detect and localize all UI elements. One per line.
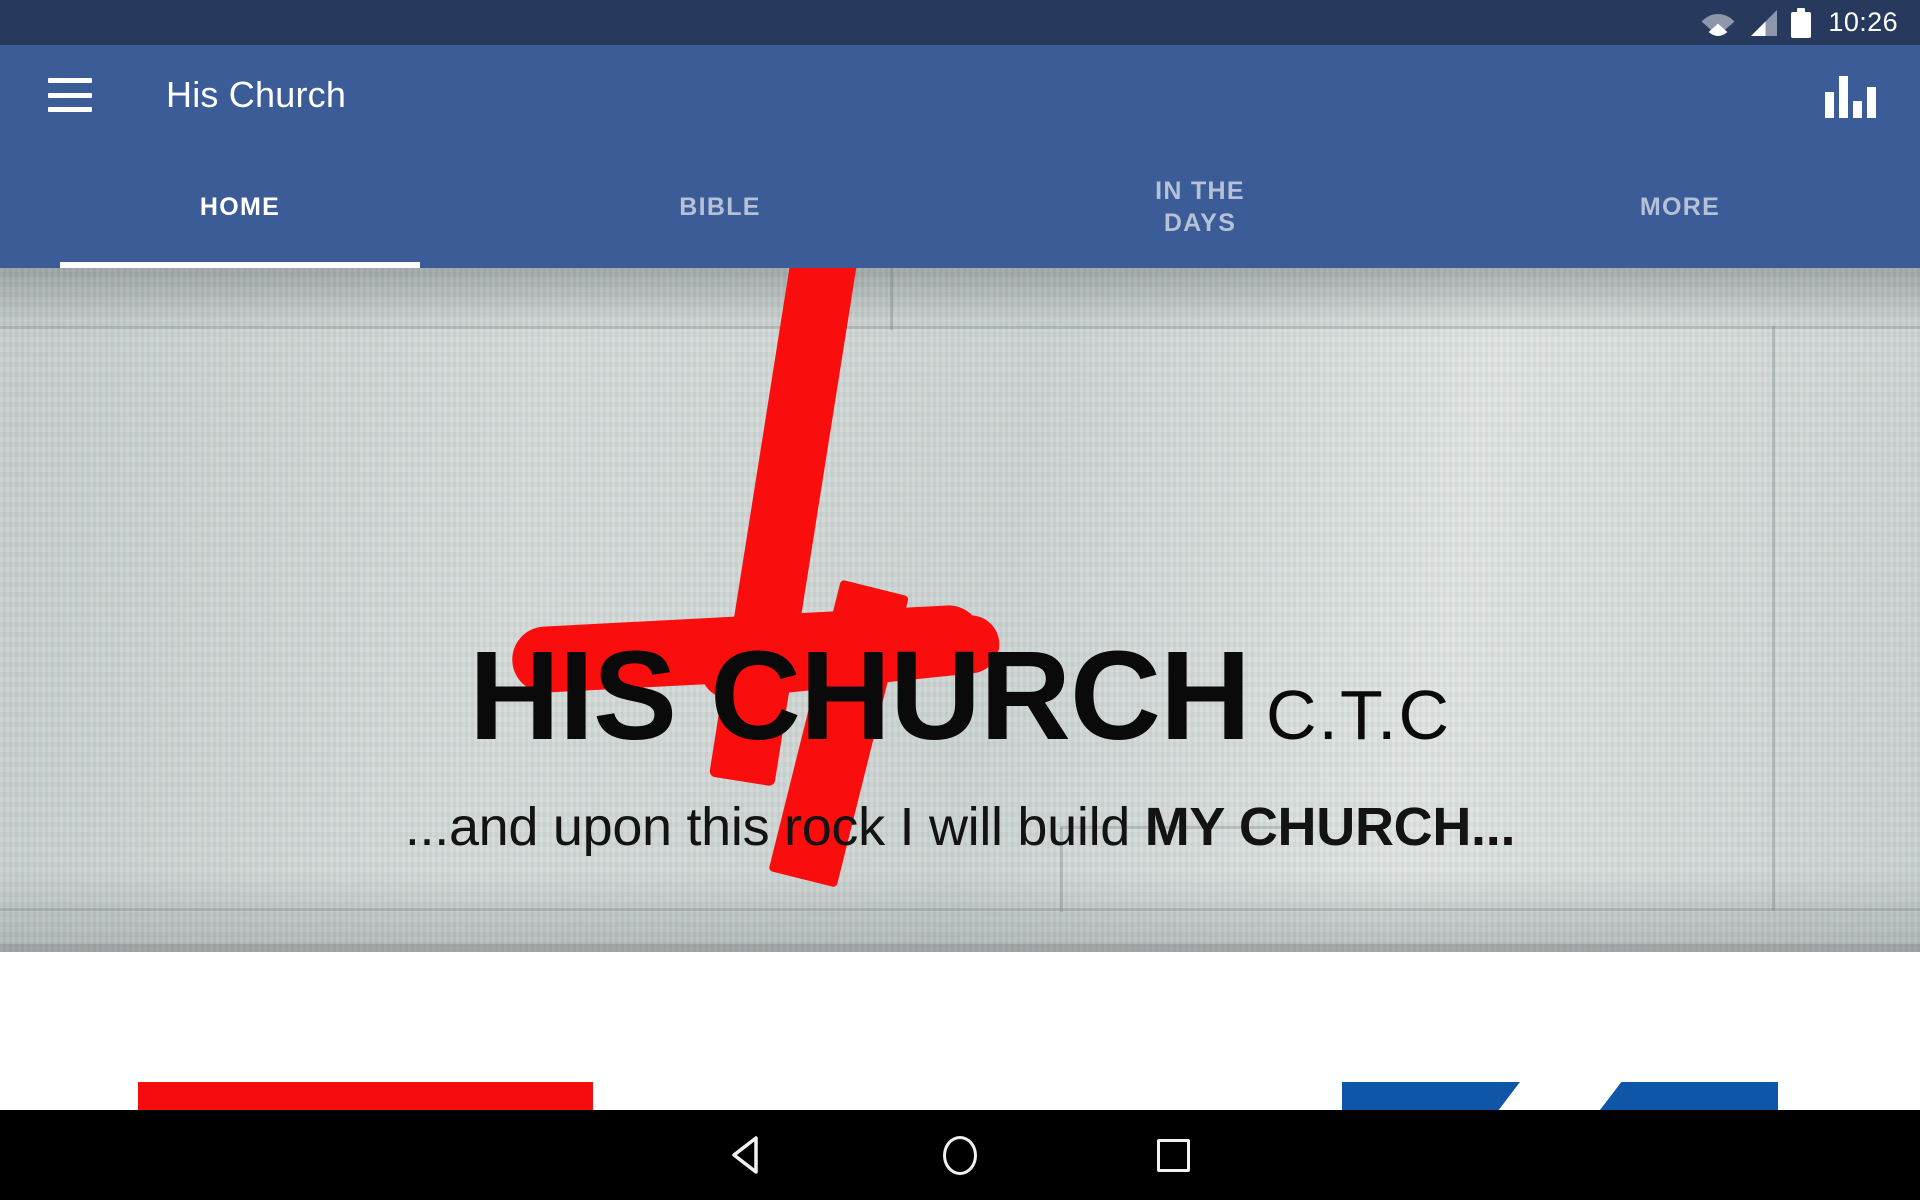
tab-more-label: MORE	[1639, 192, 1721, 221]
tab-in-the-days[interactable]: IN THE DAYS	[960, 145, 1440, 268]
card-blue-2[interactable]	[1600, 1082, 1778, 1110]
banner-tagline-emphasis: MY CHURCH...	[1144, 797, 1516, 857]
system-navigation-bar	[0, 1110, 1920, 1200]
tab-home-label: HOME	[199, 192, 281, 221]
wifi-icon	[1701, 10, 1735, 36]
nav-home-button[interactable]	[854, 1110, 1067, 1200]
app-bar: His Church	[0, 45, 1920, 145]
page-title: His Church	[166, 74, 347, 115]
banner-headline-suffix: C.T.C	[1266, 676, 1451, 754]
card-blue-1[interactable]	[1342, 1082, 1520, 1110]
card-red[interactable]	[138, 1082, 593, 1110]
bar-chart-icon[interactable]	[1822, 72, 1878, 118]
nav-back-button[interactable]	[641, 1110, 854, 1200]
tab-bar: HOME BIBLE IN THE DAYS MORE	[0, 145, 1920, 268]
status-bar: 10:26	[0, 0, 1920, 45]
banner-headline-text: HIS CHURCH	[468, 625, 1251, 766]
hero-banner[interactable]: HIS CHURCH C.T.C ...and upon this rock I …	[0, 268, 1920, 952]
banner-headline: HIS CHURCH C.T.C	[0, 623, 1920, 768]
nav-recents-button[interactable]	[1067, 1110, 1280, 1200]
hamburger-menu-icon[interactable]	[48, 78, 92, 112]
hero-banner-image: HIS CHURCH C.T.C ...and upon this rock I …	[0, 268, 1920, 952]
tab-more[interactable]: MORE	[1440, 145, 1920, 268]
tab-home[interactable]: HOME	[0, 145, 480, 268]
back-triangle-icon	[732, 1136, 758, 1174]
content-area	[0, 952, 1920, 1110]
tab-bible-label: BIBLE	[679, 192, 761, 221]
app-screen: 10:26 His Church HOME BIBLE IN THE DAYS	[0, 0, 1920, 1200]
home-circle-icon	[943, 1135, 977, 1175]
signal-icon	[1748, 9, 1778, 36]
tab-in-the-days-label: IN THE DAYS	[1155, 176, 1245, 237]
banner-tagline-prefix: ...and upon this rock I will build	[404, 797, 1145, 857]
status-bar-clock: 10:26	[1828, 7, 1898, 37]
recents-square-icon	[1156, 1138, 1190, 1172]
banner-tagline: ...and upon this rock I will build MY CH…	[0, 796, 1920, 858]
tab-bible[interactable]: BIBLE	[480, 145, 960, 268]
battery-icon	[1791, 7, 1812, 38]
